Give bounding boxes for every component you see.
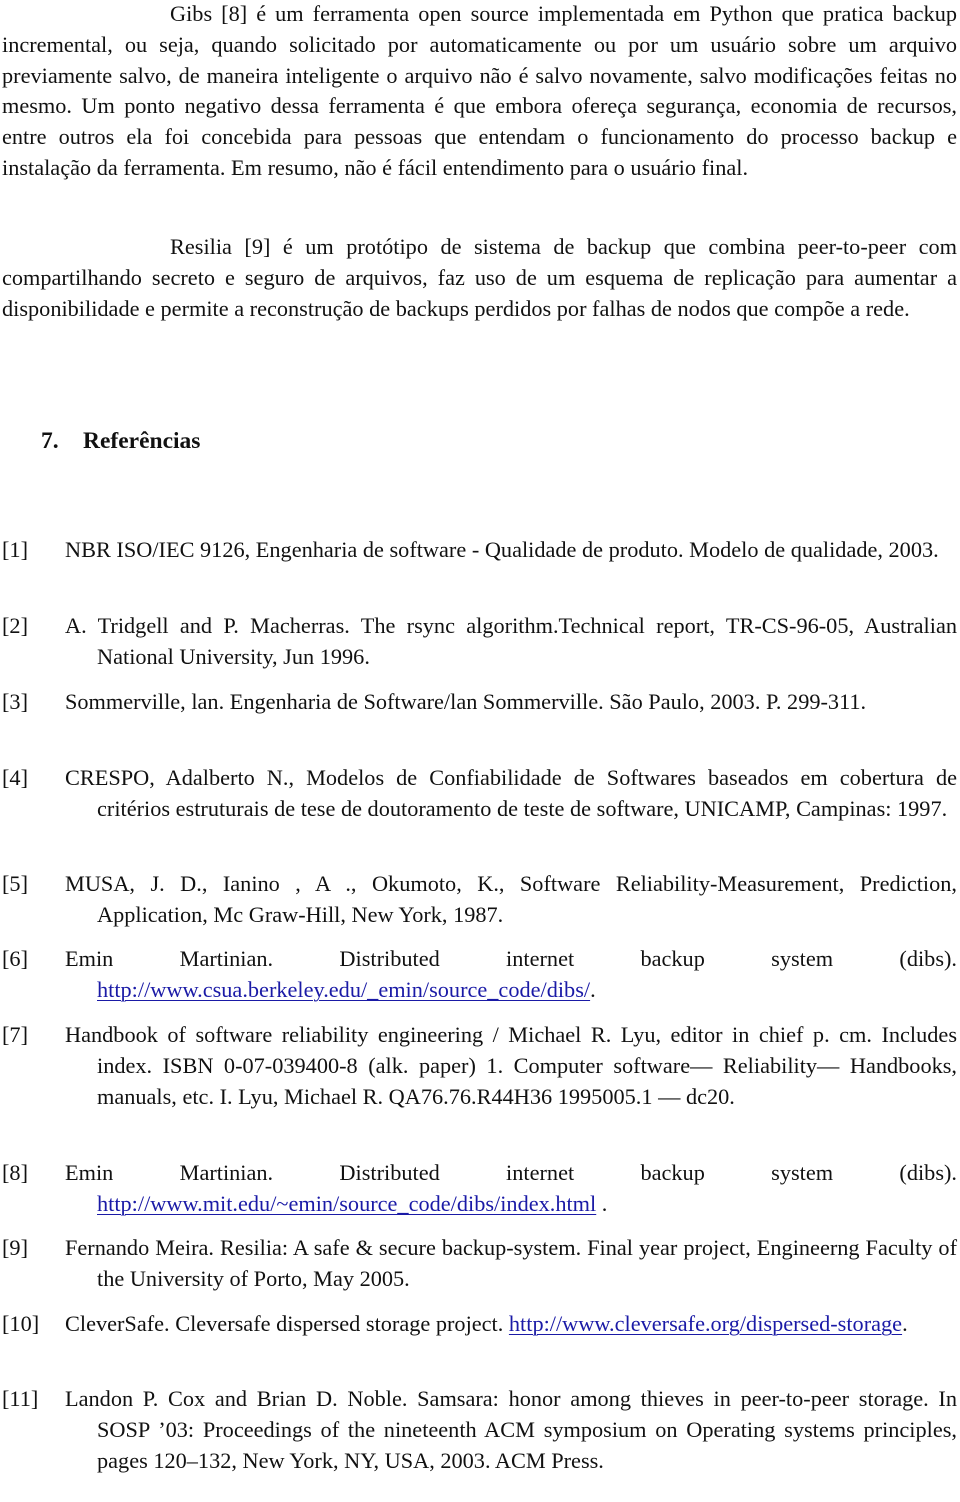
reference-text: CleverSafe. Cleversafe dispersed storage… xyxy=(65,1309,957,1340)
reference-text: NBR ISO/IEC 9126, Engenharia de software… xyxy=(65,535,957,566)
reference-item: [7] Handbook of software reliability eng… xyxy=(2,1020,957,1112)
paragraph-resilia: Resilia [9] é um protótipo de sistema de… xyxy=(2,234,957,321)
reference-item: [5] MUSA, J. D., Ianino , A ., Okumoto, … xyxy=(2,869,957,931)
reference-text-content: A. Tridgell and P. Macherras. The rsync … xyxy=(65,613,957,669)
reference-label: [1] xyxy=(2,537,28,562)
reference-label: [8] xyxy=(2,1160,28,1185)
reference-text: Fernando Meira. Resilia: A safe & secure… xyxy=(65,1233,957,1295)
reference-text: Emin Martinian. Distributed internet bac… xyxy=(65,1158,957,1220)
reference-text-after: . xyxy=(596,1190,608,1216)
reference-item: [8] Emin Martinian. Distributed internet… xyxy=(2,1158,957,1220)
reference-text-after: . xyxy=(590,976,596,1002)
reference-item: [9] Fernando Meira. Resilia: A safe & se… xyxy=(2,1233,957,1295)
reference-label: [9] xyxy=(2,1235,28,1260)
reference-link[interactable]: http://www.cleversafe.org/dispersed-stor… xyxy=(509,1311,902,1336)
reference-text: Sommerville, lan. Engenharia de Software… xyxy=(65,687,957,718)
reference-text-content: Handbook of software reliability enginee… xyxy=(65,1022,957,1109)
paragraph-gibs: Gibs [8] é um ferramenta open source imp… xyxy=(2,1,957,180)
reference-text-content: Landon P. Cox and Brian D. Noble. Samsar… xyxy=(65,1386,957,1473)
reference-item: [3] Sommerville, lan. Engenharia de Soft… xyxy=(2,687,957,718)
reference-label: [4] xyxy=(2,765,28,790)
reference-label: [11] xyxy=(2,1386,39,1411)
reference-text-content: NBR ISO/IEC 9126, Engenharia de software… xyxy=(65,537,939,562)
reference-label: [10] xyxy=(2,1311,40,1336)
reference-label: [5] xyxy=(2,871,28,896)
reference-text: A. Tridgell and P. Macherras. The rsync … xyxy=(65,611,957,673)
reference-text: Handbook of software reliability enginee… xyxy=(65,1020,957,1112)
reference-text-content: Sommerville, lan. Engenharia de Software… xyxy=(65,689,867,714)
section-heading: 7. Referências xyxy=(41,426,200,457)
reference-text: Landon P. Cox and Brian D. Noble. Samsar… xyxy=(65,1384,957,1476)
reference-label: [2] xyxy=(2,613,28,638)
reference-item: [10] CleverSafe. Cleversafe dispersed st… xyxy=(2,1309,957,1340)
reference-text-content: CRESPO, Adalberto N., Modelos de Confiab… xyxy=(65,765,957,821)
reference-text-content: Emin Martinian. Distributed internet bac… xyxy=(65,1160,957,1185)
reference-item: [6] Emin Martinian. Distributed internet… xyxy=(2,944,957,1006)
reference-text: Emin Martinian. Distributed internet bac… xyxy=(65,944,957,1006)
reference-item: [11] Landon P. Cox and Brian D. Noble. S… xyxy=(2,1384,957,1476)
reference-text: MUSA, J. D., Ianino , A ., Okumoto, K., … xyxy=(65,869,957,931)
reference-label: [3] xyxy=(2,689,28,714)
reference-label: [6] xyxy=(2,946,28,971)
reference-text-content: MUSA, J. D., Ianino , A ., Okumoto, K., … xyxy=(65,871,957,927)
section-number: 7. xyxy=(41,428,59,454)
reference-link[interactable]: http://www.mit.edu/~emin/source_code/dib… xyxy=(97,1191,596,1216)
section-title: Referências xyxy=(83,428,201,454)
reference-label: [7] xyxy=(2,1022,28,1047)
reference-text-after: . xyxy=(902,1311,908,1336)
reference-text-content: Emin Martinian. Distributed internet bac… xyxy=(65,946,957,971)
reference-item: [2] A. Tridgell and P. Macherras. The rs… xyxy=(2,611,957,673)
reference-item: [4] CRESPO, Adalberto N., Modelos de Con… xyxy=(2,763,957,825)
reference-text-content: Fernando Meira. Resilia: A safe & secure… xyxy=(65,1235,957,1291)
reference-item: [1] NBR ISO/IEC 9126, Engenharia de soft… xyxy=(2,535,957,566)
reference-text: CRESPO, Adalberto N., Modelos de Confiab… xyxy=(65,763,957,825)
document-page: Gibs [8] é um ferramenta open source imp… xyxy=(0,0,960,1502)
reference-link[interactable]: http://www.csua.berkeley.edu/_emin/sourc… xyxy=(97,977,590,1002)
reference-text-content: CleverSafe. Cleversafe dispersed storage… xyxy=(65,1311,509,1336)
